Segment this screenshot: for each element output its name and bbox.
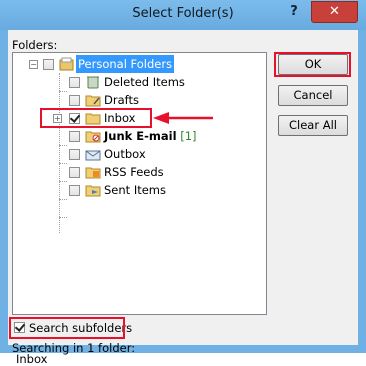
tree-item-sent-items[interactable]: Sent Items <box>13 181 263 199</box>
close-button[interactable]: ✕ <box>311 1 358 23</box>
inbox-highlight-box <box>40 108 152 128</box>
tree-item-label: Deleted Items <box>104 75 185 89</box>
tree-connector <box>59 199 67 200</box>
sent-items-checkbox[interactable] <box>69 185 80 196</box>
junk-email-checkbox[interactable] <box>69 131 80 142</box>
tree-item-deleted-items[interactable]: Deleted Items <box>13 73 263 91</box>
rss-feeds-checkbox[interactable] <box>69 167 80 178</box>
tree-item-label: RSS Feeds <box>104 165 164 179</box>
select-folders-dialog: Select Folder(s) ? ✕ Folders: − Personal… <box>0 0 366 366</box>
tree-item-junk-email[interactable]: Junk E-mail [1] <box>13 127 263 145</box>
rss-folder-icon <box>85 167 101 179</box>
personal-folders-checkbox[interactable] <box>43 59 54 70</box>
tree-connector <box>59 217 67 218</box>
tree-item-label: Junk E-mail [1] <box>102 127 199 145</box>
tree-item-drafts[interactable]: Drafts <box>13 91 263 109</box>
search-subfolders-highlight-box <box>9 317 125 339</box>
clear-all-button[interactable]: Clear All <box>278 115 348 136</box>
tree-item-label: Personal Folders <box>76 55 175 73</box>
folder-icon <box>85 95 101 107</box>
title-bar[interactable]: Select Folder(s) ? ✕ <box>0 0 366 30</box>
deleted-items-checkbox[interactable] <box>69 77 80 88</box>
drafts-checkbox[interactable] <box>69 95 80 106</box>
tree-item-label: Drafts <box>104 93 139 107</box>
junk-folder-icon <box>85 131 101 143</box>
status-folder-name: Inbox <box>16 352 48 366</box>
folder-tree[interactable]: − Personal Folders Deleted Items Drafts … <box>12 52 267 315</box>
tree-item-rss-feeds[interactable]: RSS Feeds <box>13 163 263 181</box>
outbox-icon <box>85 150 101 161</box>
help-button[interactable]: ? <box>284 2 304 22</box>
pointer-arrow-icon <box>153 112 213 124</box>
tree-item-label: Sent Items <box>104 183 166 197</box>
sent-items-icon <box>85 185 101 197</box>
cancel-button[interactable]: Cancel <box>278 85 348 106</box>
deleted-items-icon <box>87 76 99 89</box>
collapse-toggle[interactable]: − <box>29 60 38 69</box>
folders-label: Folders: <box>12 38 58 52</box>
unread-count: [1] <box>180 129 197 143</box>
tree-item-personal-folders[interactable]: − Personal Folders <box>13 55 263 73</box>
tree-item-outbox[interactable]: Outbox <box>13 145 263 163</box>
junk-email-label: Junk E-mail <box>104 129 177 143</box>
outbox-checkbox[interactable] <box>69 149 80 160</box>
ok-highlight-box <box>274 52 351 77</box>
dialog-body: Folders: − Personal Folders Deleted Item… <box>8 30 358 366</box>
personal-folders-icon <box>59 57 74 71</box>
tree-item-label: Outbox <box>104 147 146 161</box>
